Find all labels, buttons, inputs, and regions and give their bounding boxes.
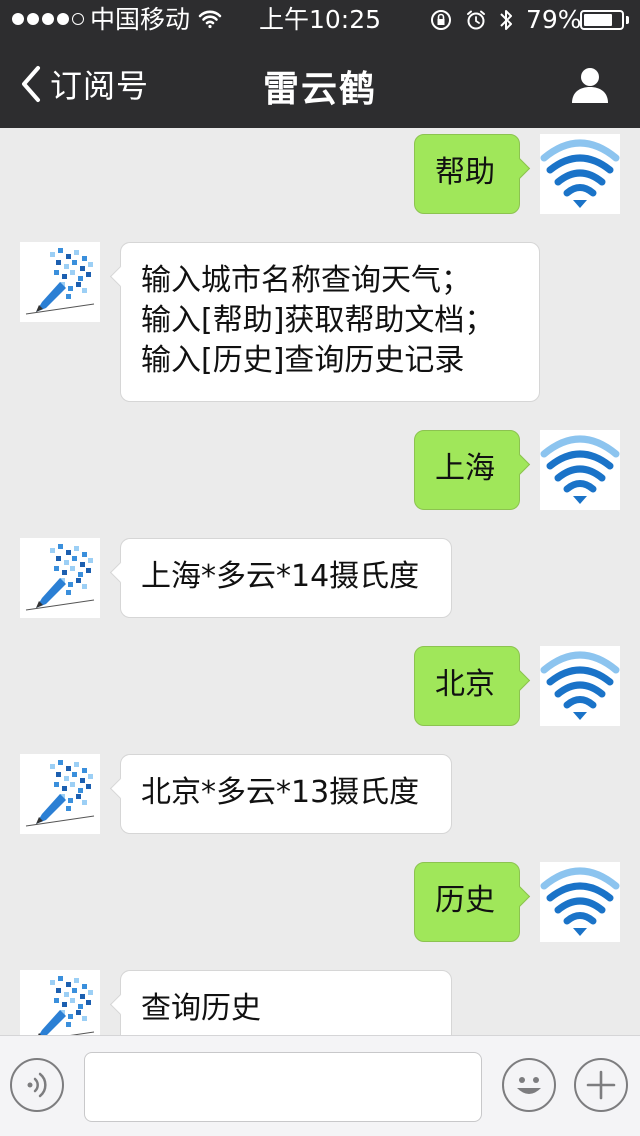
message-text: 输入[帮助]获取帮助文档； [141, 303, 495, 338]
avatar[interactable] [540, 430, 620, 510]
message-text: 输入城市名称查询天气； [141, 263, 471, 298]
message-text: 帮助 [435, 155, 495, 190]
message-bubble[interactable]: 查询历史 [109, 970, 452, 1035]
bubble-tail [508, 885, 531, 908]
battery-level [584, 14, 612, 26]
message-bubble[interactable]: 输入城市名称查询天气； 输入[帮助]获取帮助文档； 输入[历史]查询历史记录 [109, 242, 540, 402]
wifi-avatar-icon [540, 867, 620, 936]
avatar[interactable] [540, 646, 620, 726]
status-bar: 中国移动 上午10:25 79% [0, 0, 640, 40]
message-input[interactable] [84, 1052, 482, 1122]
avatar[interactable] [540, 134, 620, 214]
chat-area[interactable]: 帮助 输入城市名称查询天气； 输入[帮助]获取帮助文档； 输入[历史]查询历史记录 上海… [0, 128, 640, 1035]
page-title: 雷云鹤 [262, 69, 377, 110]
alarm-icon [467, 10, 485, 30]
battery-icon [580, 10, 624, 30]
message-text: 历史 [435, 883, 495, 918]
bluetooth-icon [500, 10, 512, 30]
avatar[interactable] [20, 754, 100, 834]
avatar[interactable] [20, 970, 100, 1035]
bubble-tail [508, 453, 531, 476]
pencil-avatar-icon [25, 544, 95, 611]
message-bubble[interactable]: 北京 [414, 646, 531, 726]
wifi-avatar-icon [540, 435, 620, 504]
more-button[interactable] [574, 1058, 628, 1112]
pencil-avatar-icon [38, 976, 95, 1035]
pencil-avatar-icon [25, 248, 95, 315]
nav-bar: 订阅号 雷云鹤 [0, 40, 640, 128]
bubble-tail [109, 265, 132, 288]
message-text: 北京*多云*13摄氏度 [141, 775, 420, 810]
emoji-button[interactable] [502, 1058, 556, 1112]
message-text: 上海*多云*14摄氏度 [141, 559, 420, 594]
message-bubble[interactable]: 北京*多云*13摄氏度 [109, 754, 452, 834]
message-bubble[interactable]: 上海*多云*14摄氏度 [109, 538, 452, 618]
bubble-tail [109, 777, 132, 800]
top-bar: 中国移动 上午10:25 79% 订阅号 雷云鹤 [0, 0, 640, 128]
pencil-avatar-icon [25, 760, 95, 827]
wifi-avatar-icon [540, 139, 620, 208]
plus-icon [586, 1070, 616, 1100]
message-bubble[interactable]: 历史 [414, 862, 531, 942]
voice-icon [27, 1072, 47, 1098]
bubble-tail [508, 157, 531, 180]
battery-percent: 79% [526, 5, 582, 34]
wifi-avatar-icon [540, 651, 620, 720]
person-icon[interactable] [570, 66, 610, 104]
message-text: 上海 [435, 451, 495, 486]
rotation-lock-icon [431, 10, 451, 30]
avatar[interactable] [20, 538, 100, 618]
message-bubble[interactable]: 帮助 [414, 134, 531, 214]
avatar[interactable] [20, 242, 100, 322]
bubble-tail [109, 993, 132, 1016]
message-text: 输入[历史]查询历史记录 [141, 343, 465, 378]
bubble-tail [508, 669, 531, 692]
voice-button[interactable] [10, 1058, 64, 1112]
battery-tip [626, 16, 629, 24]
bubble-tail [109, 561, 132, 584]
message-text: 北京 [435, 667, 495, 702]
message-text: 查询历史 [141, 991, 261, 1026]
smiley-icon [517, 1077, 541, 1094]
input-bar [0, 1035, 640, 1136]
avatar[interactable] [540, 862, 620, 942]
message-bubble[interactable]: 上海 [414, 430, 531, 510]
